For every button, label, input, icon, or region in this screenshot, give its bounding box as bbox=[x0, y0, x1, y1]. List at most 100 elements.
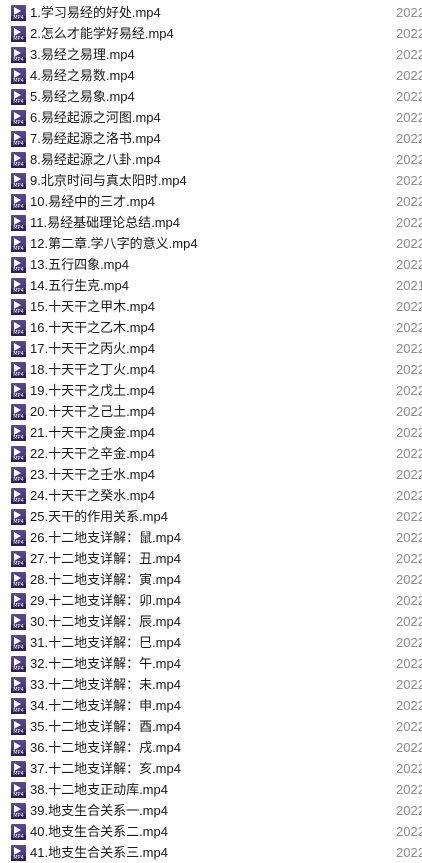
file-date: 2022 bbox=[396, 446, 422, 461]
file-row[interactable]: 31.十二地支详解：巳.mp4 2022 bbox=[0, 632, 422, 653]
file-name[interactable]: 38.十二地支正动库.mp4 bbox=[30, 779, 168, 800]
file-name[interactable]: 2.怎么才能学好易经.mp4 bbox=[30, 23, 174, 44]
file-name[interactable]: 3.易经之易理.mp4 bbox=[30, 44, 135, 65]
file-name[interactable]: 31.十二地支详解：巳.mp4 bbox=[30, 632, 181, 653]
file-row[interactable]: 10.易经中的三才.mp4 2022 bbox=[0, 191, 422, 212]
file-row[interactable]: 26.十二地支详解：鼠.mp4 2022 bbox=[0, 527, 422, 548]
file-row[interactable]: 19.十天干之戊土.mp4 2022 bbox=[0, 380, 422, 401]
file-name[interactable]: 1.学习易经的好处.mp4 bbox=[30, 2, 161, 23]
file-name[interactable]: 16.十天干之乙木.mp4 bbox=[30, 317, 155, 338]
file-date: 2022 bbox=[396, 362, 422, 377]
file-name[interactable]: 26.十二地支详解：鼠.mp4 bbox=[30, 527, 181, 548]
file-name[interactable]: 40.地支生合关系二.mp4 bbox=[30, 821, 168, 842]
mp4-video-icon bbox=[11, 614, 26, 630]
file-name[interactable]: 11.易经基础理论总结.mp4 bbox=[30, 212, 180, 233]
file-date: 2022 bbox=[396, 194, 422, 209]
file-row[interactable]: 28.十二地支详解：寅.mp4 2022 bbox=[0, 569, 422, 590]
file-date: 2022 bbox=[396, 467, 422, 482]
file-name[interactable]: 41.地支生合关系三.mp4 bbox=[30, 842, 168, 863]
file-name[interactable]: 15.十天干之甲木.mp4 bbox=[30, 296, 155, 317]
mp4-video-icon bbox=[11, 467, 26, 483]
file-row[interactable]: 37.十二地支详解：亥.mp4 2022 bbox=[0, 758, 422, 779]
file-name[interactable]: 20.十天干之己土.mp4 bbox=[30, 401, 155, 422]
file-row[interactable]: 34.十二地支详解：申.mp4 2022 bbox=[0, 695, 422, 716]
file-row[interactable]: 9.北京时间与真太阳时.mp4 2022 bbox=[0, 170, 422, 191]
file-name[interactable]: 22.十天干之辛金.mp4 bbox=[30, 443, 155, 464]
file-name[interactable]: 36.十二地支详解：戌.mp4 bbox=[30, 737, 181, 758]
file-name[interactable]: 18.十天干之丁火.mp4 bbox=[30, 359, 155, 380]
file-name[interactable]: 39.地支生合关系一.mp4 bbox=[30, 800, 168, 821]
file-name[interactable]: 33.十二地支详解：未.mp4 bbox=[30, 674, 181, 695]
file-row[interactable]: 38.十二地支正动库.mp4 2022 bbox=[0, 779, 422, 800]
file-name[interactable]: 23.十天干之壬水.mp4 bbox=[30, 464, 155, 485]
file-row[interactable]: 24.十天干之癸水.mp4 2022 bbox=[0, 485, 422, 506]
file-name[interactable]: 9.北京时间与真太阳时.mp4 bbox=[30, 170, 187, 191]
file-name[interactable]: 32.十二地支详解：午.mp4 bbox=[30, 653, 181, 674]
file-name[interactable]: 37.十二地支详解：亥.mp4 bbox=[30, 758, 181, 779]
file-row[interactable]: 11.易经基础理论总结.mp4 2022 bbox=[0, 212, 422, 233]
file-name[interactable]: 27.十二地支详解：丑.mp4 bbox=[30, 548, 181, 569]
file-row[interactable]: 32.十二地支详解：午.mp4 2022 bbox=[0, 653, 422, 674]
file-row[interactable]: 16.十天干之乙木.mp4 2022 bbox=[0, 317, 422, 338]
file-row[interactable]: 36.十二地支详解：戌.mp4 2022 bbox=[0, 737, 422, 758]
file-name[interactable]: 35.十二地支详解：酉.mp4 bbox=[30, 716, 181, 737]
file-row[interactable]: 13.五行四象.mp4 2022 bbox=[0, 254, 422, 275]
file-row[interactable]: 2.怎么才能学好易经.mp4 2022 bbox=[0, 23, 422, 44]
file-name[interactable]: 10.易经中的三才.mp4 bbox=[30, 191, 155, 212]
file-date: 2022 bbox=[396, 425, 422, 440]
file-date: 2022 bbox=[396, 761, 422, 776]
mp4-video-icon bbox=[11, 257, 26, 273]
file-date: 2022 bbox=[396, 215, 422, 230]
file-name[interactable]: 28.十二地支详解：寅.mp4 bbox=[30, 569, 181, 590]
file-date: 2022 bbox=[396, 677, 422, 692]
file-date: 2022 bbox=[396, 131, 422, 146]
file-name[interactable]: 19.十天干之戊土.mp4 bbox=[30, 380, 155, 401]
file-name[interactable]: 4.易经之易数.mp4 bbox=[30, 65, 135, 86]
file-row[interactable]: 4.易经之易数.mp4 2022 bbox=[0, 65, 422, 86]
file-name[interactable]: 6.易经起源之河图.mp4 bbox=[30, 107, 161, 128]
file-row[interactable]: 33.十二地支详解：未.mp4 2022 bbox=[0, 674, 422, 695]
file-row[interactable]: 7.易经起源之洛书.mp4 2022 bbox=[0, 128, 422, 149]
file-name[interactable]: 5.易经之易象.mp4 bbox=[30, 86, 135, 107]
file-date: 2022 bbox=[396, 152, 422, 167]
file-row[interactable]: 15.十天干之甲木.mp4 2022 bbox=[0, 296, 422, 317]
file-row[interactable]: 35.十二地支详解：酉.mp4 2022 bbox=[0, 716, 422, 737]
file-name[interactable]: 29.十二地支详解：卯.mp4 bbox=[30, 590, 181, 611]
file-row[interactable]: 30.十二地支详解：辰.mp4 2022 bbox=[0, 611, 422, 632]
file-row[interactable]: 39.地支生合关系一.mp4 2022 bbox=[0, 800, 422, 821]
file-row[interactable]: 18.十天干之丁火.mp4 2022 bbox=[0, 359, 422, 380]
file-date: 2022 bbox=[396, 845, 422, 860]
file-name[interactable]: 12.第二章.学八字的意义.mp4 bbox=[30, 233, 198, 254]
file-row[interactable]: 21.十天干之庚金.mp4 2022 bbox=[0, 422, 422, 443]
file-name[interactable]: 8.易经起源之八卦.mp4 bbox=[30, 149, 161, 170]
file-row[interactable]: 3.易经之易理.mp4 2022 bbox=[0, 44, 422, 65]
file-name[interactable]: 7.易经起源之洛书.mp4 bbox=[30, 128, 161, 149]
file-date: 2022 bbox=[396, 173, 422, 188]
file-row[interactable]: 29.十二地支详解：卯.mp4 2022 bbox=[0, 590, 422, 611]
file-name[interactable]: 30.十二地支详解：辰.mp4 bbox=[30, 611, 181, 632]
file-row[interactable]: 12.第二章.学八字的意义.mp4 2022 bbox=[0, 233, 422, 254]
file-name[interactable]: 14.五行生克.mp4 bbox=[30, 275, 129, 296]
file-row[interactable]: 6.易经起源之河图.mp4 2022 bbox=[0, 107, 422, 128]
file-row[interactable]: 1.学习易经的好处.mp4 2022 bbox=[0, 2, 422, 23]
file-row[interactable]: 17.十天干之丙火.mp4 2022 bbox=[0, 338, 422, 359]
file-date: 2022 bbox=[396, 257, 422, 272]
file-name[interactable]: 25.天干的作用关系.mp4 bbox=[30, 506, 168, 527]
file-name[interactable]: 21.十天干之庚金.mp4 bbox=[30, 422, 155, 443]
mp4-video-icon bbox=[11, 47, 26, 63]
file-row[interactable]: 41.地支生合关系三.mp4 2022 bbox=[0, 842, 422, 863]
file-date: 2022 bbox=[396, 635, 422, 650]
file-name[interactable]: 17.十天干之丙火.mp4 bbox=[30, 338, 155, 359]
file-row[interactable]: 25.天干的作用关系.mp4 2022 bbox=[0, 506, 422, 527]
file-row[interactable]: 40.地支生合关系二.mp4 2022 bbox=[0, 821, 422, 842]
file-row[interactable]: 27.十二地支详解：丑.mp4 2022 bbox=[0, 548, 422, 569]
file-row[interactable]: 8.易经起源之八卦.mp4 2022 bbox=[0, 149, 422, 170]
file-name[interactable]: 34.十二地支详解：申.mp4 bbox=[30, 695, 181, 716]
file-row[interactable]: 20.十天干之己土.mp4 2022 bbox=[0, 401, 422, 422]
file-row[interactable]: 14.五行生克.mp4 2021 bbox=[0, 275, 422, 296]
file-name[interactable]: 13.五行四象.mp4 bbox=[30, 254, 129, 275]
file-row[interactable]: 23.十天干之壬水.mp4 2022 bbox=[0, 464, 422, 485]
file-row[interactable]: 22.十天干之辛金.mp4 2022 bbox=[0, 443, 422, 464]
file-name[interactable]: 24.十天干之癸水.mp4 bbox=[30, 485, 155, 506]
file-row[interactable]: 5.易经之易象.mp4 2022 bbox=[0, 86, 422, 107]
